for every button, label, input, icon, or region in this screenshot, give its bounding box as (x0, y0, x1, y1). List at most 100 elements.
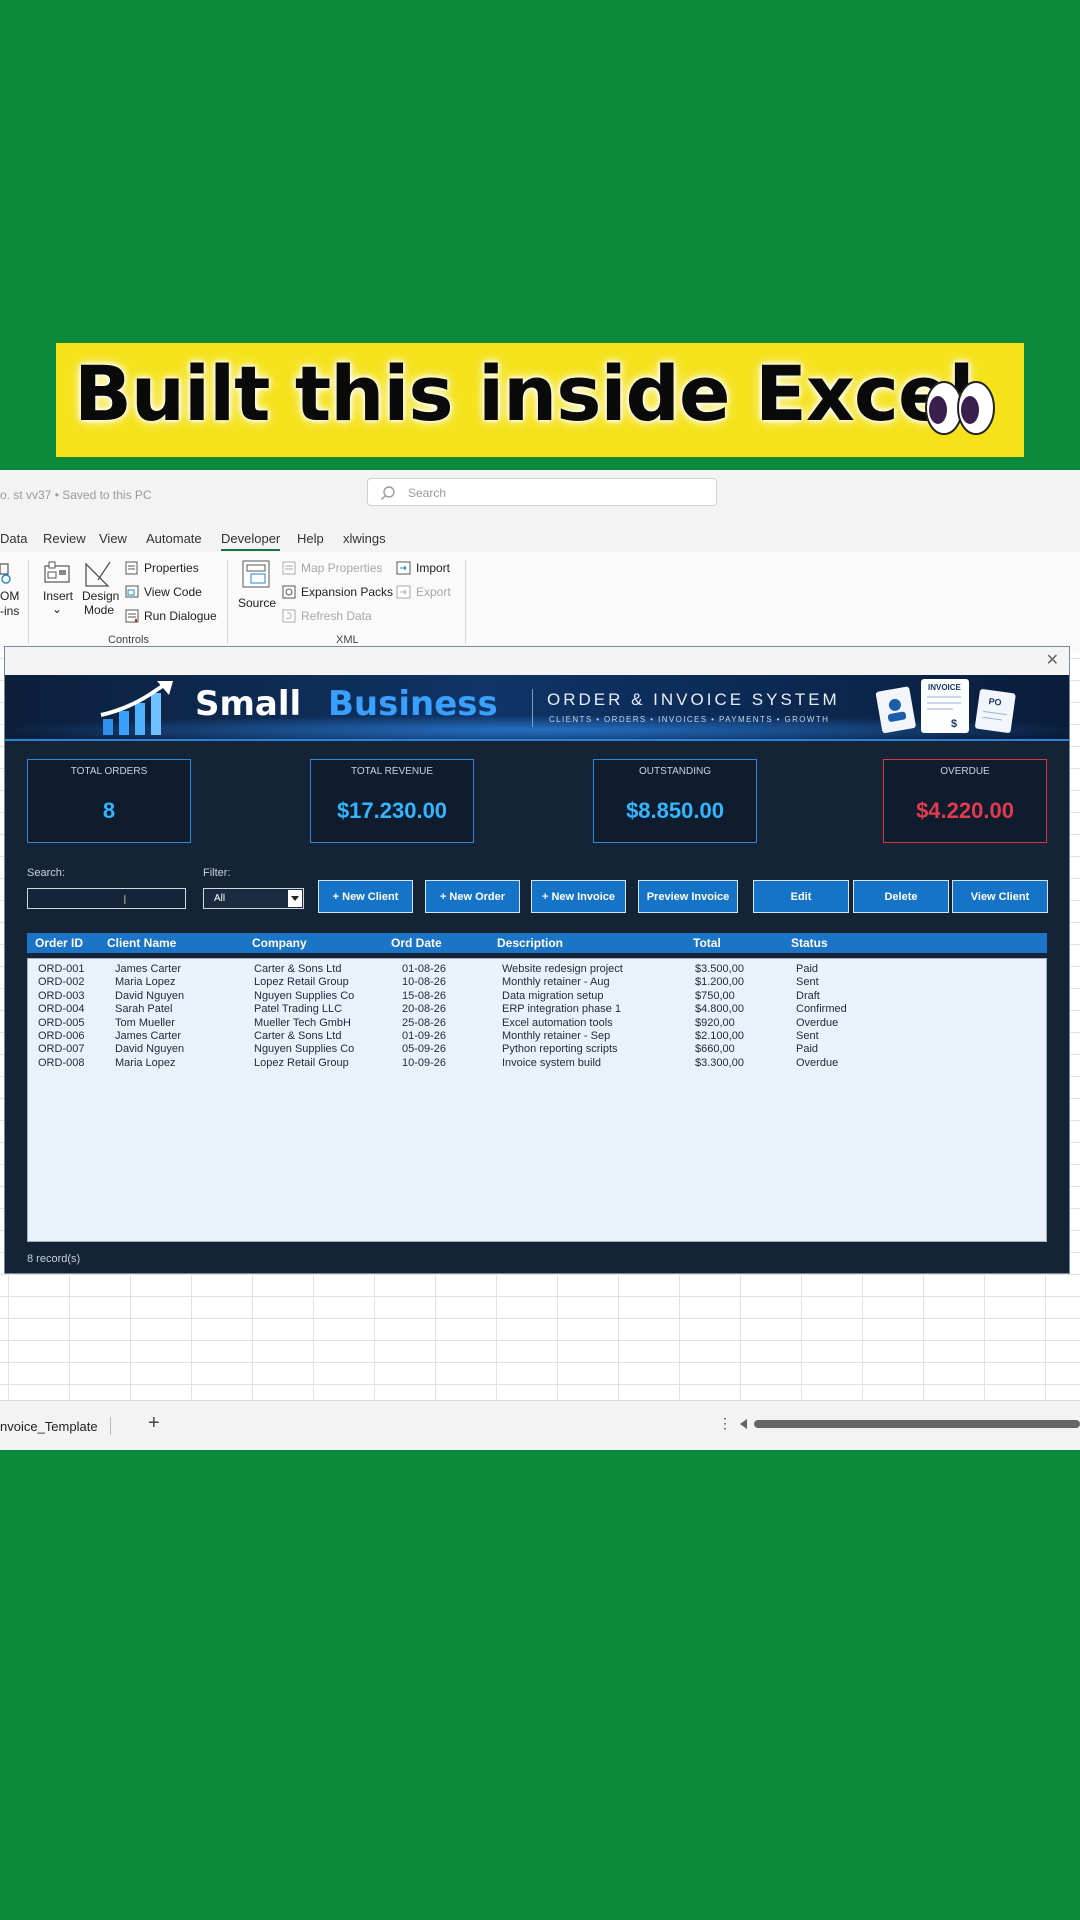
close-icon[interactable]: ✕ (1046, 650, 1059, 670)
tab-automate[interactable]: Automate (146, 531, 202, 546)
table-row[interactable]: ORD-005 Tom Mueller Mueller Tech GmbH 25-08… (28, 1017, 1046, 1030)
tab-view[interactable]: View (99, 531, 127, 546)
table-row[interactable]: ORD-003 David Nguyen Nguyen Supplies Co 15-… (28, 990, 1046, 1003)
preview-invoice-button[interactable]: Preview Invoice (638, 880, 738, 913)
client-name-cell: James Carter (115, 963, 182, 975)
table-row[interactable]: ORD-001 James Carter Carter & Sons Ltd 01-0… (28, 963, 1046, 976)
expansion-packs-icon[interactable] (282, 585, 296, 599)
order-id-cell: ORD-007 (38, 1043, 85, 1056)
order-id-cell: ORD-004 (38, 1003, 85, 1016)
new-order-button[interactable]: + New Order (425, 880, 520, 913)
ord-date-cell: 25-08-26 (402, 1016, 447, 1029)
ribbon-divider (28, 560, 29, 644)
sheet-tab-invoice-template[interactable]: nvoice_Template (0, 1419, 98, 1434)
new-invoice-button[interactable]: + New Invoice (531, 880, 626, 913)
import-button[interactable]: Import (416, 561, 450, 575)
export-button: Export (416, 585, 451, 599)
client-name-cell: David Nguyen (115, 1043, 185, 1056)
col-description[interactable]: Description (497, 936, 563, 950)
view-code-button[interactable]: View Code (144, 585, 202, 599)
add-sheet-button[interactable]: + (148, 1412, 160, 1435)
description-cell: Excel automation tools (502, 1016, 613, 1029)
caption-banner: Built this inside Excel (56, 343, 1024, 457)
table-row[interactable]: ORD-002 Maria Lopez Lopez Retail Group 10-0… (28, 976, 1046, 989)
ord-date-cell: 01-09-26 (402, 1030, 447, 1042)
order-invoice-form: ✕ Small Business ORDER & INVOICE SYSTEM … (4, 646, 1070, 1274)
total-cell: $920,00 (695, 1016, 735, 1029)
kpi-overdue: OVERDUE $4.220.00 (883, 759, 1047, 843)
order-id-cell: ORD-003 (38, 989, 85, 1002)
description-cell: Website redesign project (502, 963, 623, 975)
banner-tagline: CLIENTS • ORDERS • INVOICES • PAYMENTS •… (549, 715, 830, 724)
col-client-name[interactable]: Client Name (107, 936, 176, 950)
text-cursor-icon: I (123, 892, 127, 907)
scroll-left-icon[interactable] (740, 1419, 747, 1429)
record-count: 8 record(s) (27, 1253, 81, 1265)
com-addins-icon[interactable] (0, 562, 14, 584)
company-cell: Carter & Sons Ltd (254, 1030, 342, 1042)
more-options-icon[interactable]: ⋮ (718, 1415, 732, 1432)
col-ord-date[interactable]: Ord Date (391, 936, 442, 950)
status-cell: Paid (796, 1043, 819, 1056)
xml-source-icon[interactable] (242, 560, 270, 588)
ord-date-cell: 05-09-26 (402, 1043, 447, 1056)
col-order-id[interactable]: Order ID (35, 936, 83, 950)
col-company[interactable]: Company (252, 936, 307, 950)
table-row[interactable]: ORD-004 Sarah Patel Patel Trading LLC 20-08… (28, 1003, 1046, 1016)
table-row[interactable]: ORD-007 David Nguyen Nguyen Supplies Co 05-… (28, 1043, 1046, 1056)
new-client-button[interactable]: + New Client (318, 880, 413, 913)
filter-dropdown[interactable]: All (203, 888, 304, 909)
ord-date-cell: 10-08-26 (402, 976, 447, 989)
design-mode-icon[interactable] (84, 560, 112, 588)
documents-icon: INVOICE $ PO (875, 679, 1016, 733)
view-client-button[interactable]: View Client (952, 880, 1048, 913)
horizontal-scrollbar[interactable] (754, 1420, 1080, 1428)
insert-label[interactable]: Insert (43, 589, 73, 603)
run-dialogue-button[interactable]: Run Dialogue (144, 609, 217, 623)
kpi-value: 8 (102, 798, 116, 823)
ribbon-divider (465, 560, 466, 644)
design-mode-label-2[interactable]: Mode (84, 603, 114, 617)
brand-small-text: Small (195, 684, 302, 724)
properties-button[interactable]: Properties (144, 561, 199, 575)
delete-button[interactable]: Delete (853, 880, 949, 913)
tab-review[interactable]: Review (43, 531, 86, 546)
title-search-box[interactable]: Search (367, 478, 717, 506)
tab-help[interactable]: Help (297, 531, 324, 546)
run-dialog-icon[interactable] (125, 609, 139, 623)
tab-developer[interactable]: Developer (221, 531, 281, 551)
total-cell: $750,00 (695, 989, 735, 1002)
ord-date-cell: 01-08-26 (402, 963, 447, 975)
properties-icon[interactable] (125, 561, 139, 575)
ord-date-cell: 15-08-26 (402, 989, 447, 1002)
view-code-icon[interactable] (125, 585, 139, 599)
total-cell: $3.500,00 (695, 963, 744, 975)
search-input[interactable] (27, 888, 186, 909)
chevron-down-icon[interactable] (288, 890, 302, 907)
import-icon[interactable] (396, 561, 412, 575)
po-doc-label: PO (988, 696, 1002, 708)
orders-listbox[interactable]: ORD-001 James Carter Carter & Sons Ltd 01-0… (27, 958, 1047, 1242)
ribbon: OM -ins Insert ⌄ Design Mode Properties (0, 552, 1080, 653)
col-status[interactable]: Status (791, 936, 828, 950)
client-name-cell: Sarah Patel (115, 1003, 173, 1016)
col-total[interactable]: Total (693, 936, 721, 950)
edit-button[interactable]: Edit (753, 880, 849, 913)
table-row[interactable]: ORD-008 Maria Lopez Lopez Retail Group 10-0… (28, 1057, 1046, 1070)
insert-controls-icon[interactable] (42, 560, 72, 588)
svg-text:$: $ (951, 718, 957, 730)
client-name-cell: Maria Lopez (115, 1056, 176, 1069)
tab-data[interactable]: Data (0, 531, 27, 546)
company-cell: Lopez Retail Group (254, 1056, 349, 1069)
design-mode-label-1[interactable]: Design (82, 589, 119, 603)
description-cell: Invoice system build (502, 1056, 602, 1069)
addins-label-1: OM (0, 589, 20, 603)
kpi-outstanding: OUTSTANDING $8.850.00 (593, 759, 757, 843)
chevron-down-icon[interactable]: ⌄ (52, 602, 62, 616)
export-icon (396, 585, 411, 599)
table-row[interactable]: ORD-006 James Carter Carter & Sons Ltd 01-0… (28, 1030, 1046, 1043)
expansion-packs-button[interactable]: Expansion Packs (301, 585, 393, 599)
source-button[interactable]: Source (238, 596, 276, 610)
tab-xlwings[interactable]: xlwings (343, 531, 386, 546)
search-placeholder: Search (408, 486, 447, 500)
